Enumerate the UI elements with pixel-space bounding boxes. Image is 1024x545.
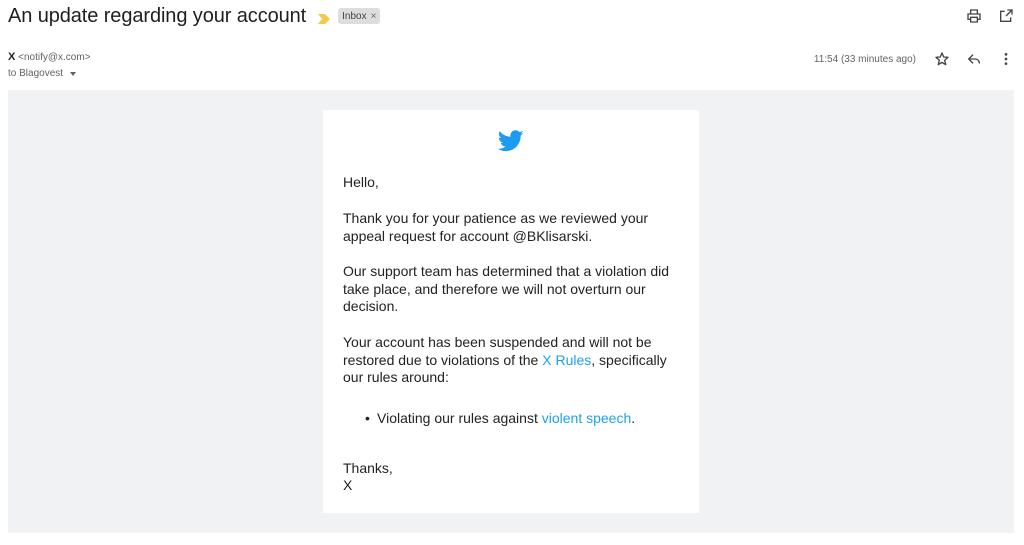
chevron-down-icon[interactable] bbox=[70, 71, 77, 76]
message-meta: 11:54 (33 minutes ago) bbox=[814, 49, 1016, 69]
open-in-new-window-icon[interactable] bbox=[996, 6, 1016, 26]
top-actions bbox=[964, 6, 1016, 26]
email-paragraph: Your account has been suspended and will… bbox=[343, 334, 683, 387]
email-greeting: Hello, bbox=[343, 174, 379, 190]
label-name: Inbox bbox=[342, 10, 367, 22]
print-icon[interactable] bbox=[964, 6, 984, 26]
sender-row: X <notify@x.com> bbox=[8, 51, 91, 63]
star-icon[interactable] bbox=[932, 49, 952, 69]
importance-marker-icon[interactable] bbox=[318, 11, 331, 24]
twitter-bird-icon bbox=[498, 130, 524, 152]
recipient-row: to Blagovest bbox=[8, 68, 77, 79]
email-content-card: Hello, Thank you for your patience as we… bbox=[323, 110, 699, 513]
email-paragraph: Thank you for your patience as we review… bbox=[343, 210, 649, 244]
label-chip-inbox: Inbox × bbox=[338, 8, 381, 24]
more-vert-icon[interactable] bbox=[996, 49, 1016, 69]
email-paragraph: Our support team has determined that a v… bbox=[343, 263, 670, 314]
violent-speech-link[interactable]: violent speech bbox=[542, 410, 632, 426]
bullet-text: . bbox=[631, 410, 636, 426]
sender-email: <notify@x.com> bbox=[18, 52, 91, 63]
sender-name[interactable]: X bbox=[8, 51, 15, 63]
list-item: Violating our rules against violent spee… bbox=[365, 410, 636, 426]
x-rules-link[interactable]: X Rules bbox=[542, 352, 591, 368]
email-signature: X bbox=[343, 477, 353, 493]
timestamp: 11:54 (33 minutes ago) bbox=[813, 53, 916, 65]
reply-icon[interactable] bbox=[964, 49, 984, 69]
email-subject: An update regarding your account bbox=[8, 4, 307, 27]
remove-label-button[interactable]: × bbox=[371, 11, 377, 22]
recipient-label: to Blagovest bbox=[8, 68, 64, 79]
email-closing: Thanks, bbox=[343, 460, 393, 476]
subject-row: An update regarding your account Inbox × bbox=[8, 4, 381, 28]
bullet-text: Violating our rules against bbox=[377, 410, 542, 426]
